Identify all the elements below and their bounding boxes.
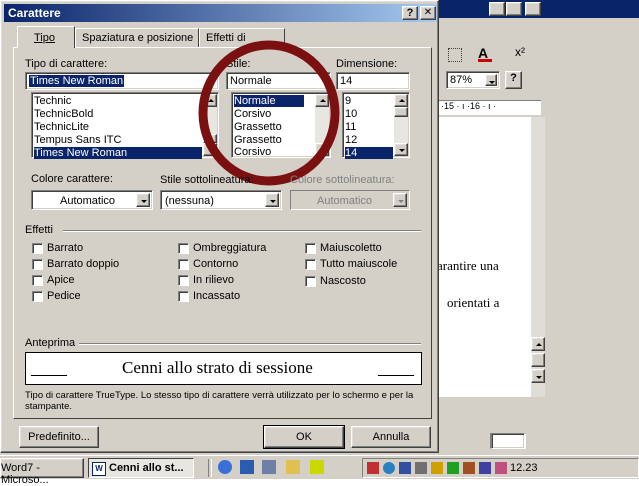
barrato-checkbox[interactable] <box>32 243 43 254</box>
tray-icon[interactable] <box>495 462 507 474</box>
preview-note: Tipo di carattere TrueType. Lo stesso ti… <box>25 390 414 412</box>
quicklaunch-divider <box>208 459 212 477</box>
outlook-icon[interactable] <box>240 460 254 474</box>
ombreggiatura-checkbox[interactable] <box>178 243 189 254</box>
tray-icon[interactable] <box>431 462 443 474</box>
preview-divider <box>79 343 421 345</box>
list-item-selected[interactable]: 14 <box>345 147 393 159</box>
red-circle-annotation <box>198 40 340 186</box>
dialog-titlebar: Carattere ? ✕ <box>4 4 437 22</box>
barrato-doppio-checkbox[interactable] <box>32 259 43 270</box>
effects-label: Effetti <box>25 224 53 236</box>
size-list-scrollbar[interactable] <box>394 94 408 156</box>
word-restore-button[interactable] <box>506 2 522 16</box>
word-minimize-button[interactable] <box>489 2 505 16</box>
list-item[interactable]: Tempus Sans ITC <box>34 134 121 146</box>
pedice-checkbox[interactable] <box>32 291 43 302</box>
tab-tipo[interactable]: Tipo <box>17 26 75 48</box>
incassato-checkbox[interactable] <box>178 291 189 302</box>
cancel-button[interactable]: Annulla <box>351 426 431 448</box>
ruler: ·15 · ı ·16 · ı · <box>437 100 541 115</box>
tray-icon[interactable] <box>399 462 411 474</box>
apice-checkbox[interactable] <box>32 275 43 286</box>
speaker-icon[interactable] <box>415 462 427 474</box>
notepad-icon[interactable] <box>310 460 324 474</box>
color-label: Colore carattere: <box>31 173 113 185</box>
tray-icon[interactable] <box>479 462 491 474</box>
close-button[interactable]: ✕ <box>420 6 436 20</box>
underline-color-label: Colore sottolineatura: <box>290 174 395 186</box>
clock: 12.23 <box>510 462 538 474</box>
taskbar-item-document[interactable]: W Cenni allo st... <box>88 458 194 478</box>
underline-label: Stile sottolineatura: <box>160 174 254 186</box>
effects-divider <box>63 230 421 232</box>
list-item-selected[interactable]: Times New Roman <box>34 147 202 159</box>
tray-icon[interactable] <box>463 462 475 474</box>
underline-color-select[interactable]: Automatico <box>290 190 410 210</box>
dialog-title: Carattere <box>8 6 61 20</box>
border-icon[interactable] <box>448 48 462 62</box>
folder-icon[interactable] <box>286 460 300 474</box>
preview-text: Cenni allo strato di sessione <box>122 358 313 377</box>
superscript-icon[interactable]: x² <box>515 45 525 59</box>
help-button[interactable]: ? <box>402 6 418 20</box>
preview-label: Anteprima <box>25 337 76 349</box>
network-icon[interactable] <box>383 462 395 474</box>
taskbar-item-word[interactable]: Word7 - Microso... <box>0 458 84 486</box>
font-dialog: Carattere ? ✕ Tipo Spaziatura e posizion… <box>0 0 439 453</box>
maiuscoletto-checkbox[interactable] <box>305 243 316 254</box>
font-input[interactable]: Times New Roman <box>25 72 219 90</box>
underline-select[interactable]: (nessuna) <box>160 190 282 210</box>
preview-box: Cenni allo strato di sessione <box>25 352 422 385</box>
taskbar: Word7 - Microso... W Cenni allo st... 12… <box>0 455 639 486</box>
list-item[interactable]: Technic <box>34 95 71 107</box>
ie-icon[interactable] <box>218 460 232 474</box>
tray-icon[interactable] <box>447 462 459 474</box>
zoom-select[interactable]: 87% <box>446 71 500 89</box>
list-item[interactable]: TechnicLite <box>34 121 89 133</box>
nascosto-checkbox[interactable] <box>305 276 316 287</box>
document-page: arantire una orientati a <box>437 117 531 397</box>
tray-area: 12.23 <box>362 458 639 478</box>
status-bar <box>437 430 639 452</box>
tutto-maiuscole-checkbox[interactable] <box>305 259 316 270</box>
list-item[interactable]: TechnicBold <box>34 108 93 120</box>
font-label: Tipo di carattere: <box>25 58 108 70</box>
word-close-button[interactable] <box>525 2 541 16</box>
calculator-icon[interactable] <box>262 460 276 474</box>
font-color-icon[interactable]: A <box>478 46 492 62</box>
vertical-scrollbar[interactable] <box>531 117 545 397</box>
close-icon: ✕ <box>423 7 433 18</box>
ok-button[interactable]: OK <box>263 425 345 449</box>
tab-spaziatura[interactable]: Spaziatura e posizione <box>75 28 199 47</box>
tray-icon[interactable] <box>367 462 379 474</box>
color-select[interactable]: Automatico <box>31 190 153 210</box>
in-rilievo-checkbox[interactable] <box>178 275 189 286</box>
default-button[interactable]: Predefinito... <box>19 426 99 448</box>
help-icon[interactable]: ? <box>505 71 522 89</box>
word-doc-icon: W <box>92 462 106 476</box>
size-list[interactable]: 9 10 11 12 14 <box>342 92 410 159</box>
contorno-checkbox[interactable] <box>178 259 189 270</box>
